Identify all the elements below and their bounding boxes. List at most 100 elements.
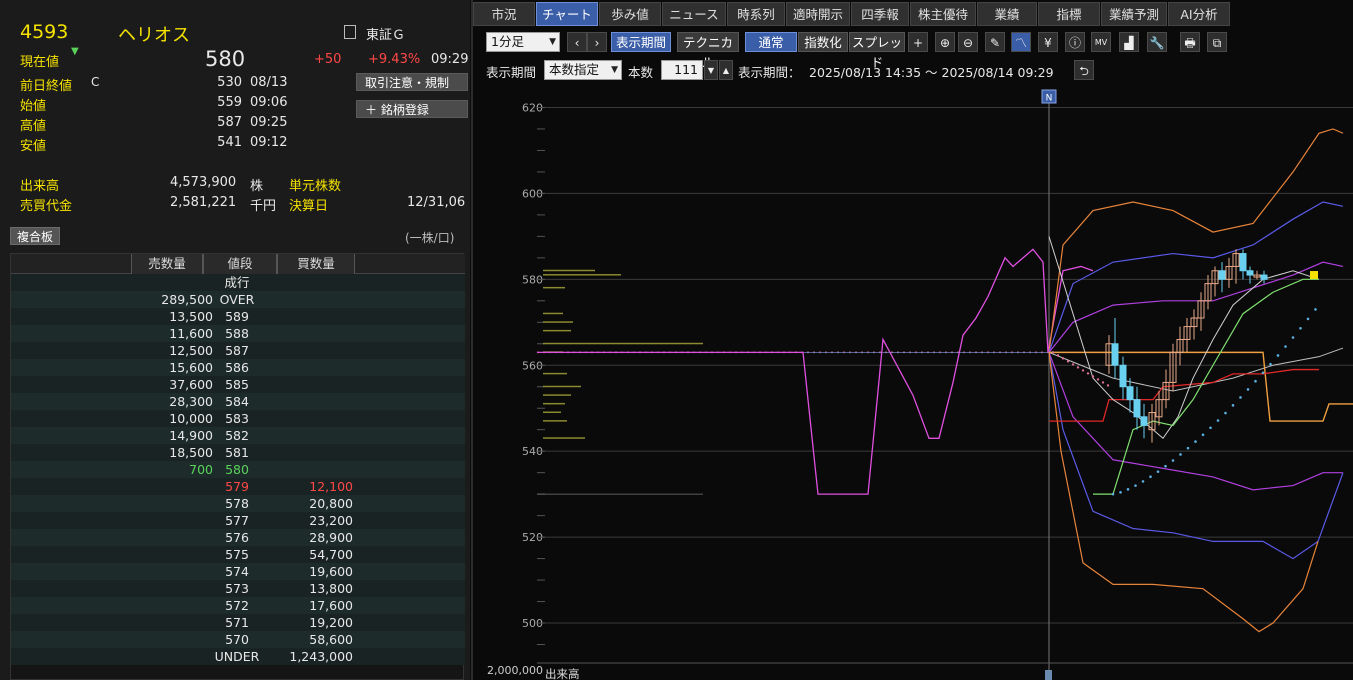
order-book-row[interactable]: 578 20,800 — [11, 495, 465, 512]
volume-profile-bar — [543, 437, 585, 439]
tab-5[interactable]: 適時開示 — [786, 2, 850, 26]
zoom-in-button[interactable]: ⊕ — [935, 32, 955, 52]
order-book-row[interactable]: 15,600 586 — [11, 359, 465, 376]
tab-7[interactable]: 株主優待 — [910, 2, 976, 26]
interval-select[interactable]: 1分足 ▼ — [486, 32, 560, 52]
tab-11[interactable]: AI分析 — [1168, 2, 1230, 26]
order-book-row[interactable]: 12,500 587 — [11, 342, 465, 359]
quote-row-label: 始値 — [20, 99, 47, 114]
order-book-row[interactable]: UNDER 1,243,000 — [11, 648, 465, 665]
zoom-out-icon: ⊖ — [962, 36, 974, 50]
wrench-button[interactable]: 🔧 — [1147, 32, 1167, 52]
trade-notice-button[interactable]: 取引注意・規制 — [356, 73, 468, 91]
sar-point — [1201, 433, 1205, 437]
order-book-row[interactable]: 13,500 589 — [11, 308, 465, 325]
tab-4[interactable]: 時系列 — [727, 2, 785, 26]
order-book-row[interactable]: 289,500 OVER — [11, 291, 465, 308]
volume-profile-bar — [543, 420, 567, 422]
zoom-out-button[interactable]: ⊖ — [958, 32, 978, 52]
buy-qty: 19,600 — [309, 564, 353, 579]
sell-qty: 10,000 — [169, 411, 213, 426]
wrench-icon: 🔧 — [1149, 36, 1165, 50]
volume-axis-label: 2,000,000 — [487, 664, 543, 677]
pencil-icon: ✎ — [989, 36, 1001, 50]
pencil-button[interactable]: ✎ — [985, 32, 1005, 52]
sell-qty-header: 売数量 — [131, 254, 203, 274]
order-book-row[interactable]: 575 54,700 — [11, 546, 465, 563]
price-level: 574 — [225, 564, 249, 579]
order-book-row[interactable]: 11,600 588 — [11, 325, 465, 342]
print-button[interactable]: 🖶 — [1180, 32, 1200, 52]
info-button[interactable]: ⓘ — [1065, 32, 1085, 52]
price-level: 573 — [225, 581, 249, 596]
tab-0[interactable]: 市況 — [473, 2, 535, 26]
mv-button[interactable]: MV — [1091, 32, 1111, 52]
price-level: 成行 — [224, 275, 250, 290]
reset-range-button[interactable]: ⮌ — [1074, 60, 1094, 80]
sar-point — [1171, 459, 1175, 462]
mode-index-button[interactable]: 指数化 — [798, 32, 848, 52]
volume-profile-button[interactable]: ▟ — [1119, 32, 1139, 52]
tab-3[interactable]: ニュース — [662, 2, 726, 26]
composite-board-tab[interactable]: 複合板 — [10, 227, 60, 245]
order-book-row[interactable]: 28,300 584 — [11, 393, 465, 410]
next-button[interactable]: › — [587, 32, 607, 52]
order-book-row[interactable]: 10,000 583 — [11, 410, 465, 427]
volume-profile-bar — [543, 372, 567, 375]
volume-profile-bar — [543, 321, 573, 323]
period-button[interactable]: 表示期間 — [611, 32, 671, 52]
sar-point — [1149, 475, 1152, 479]
tab-9[interactable]: 指標 — [1038, 2, 1100, 26]
dropdown-arrow-icon: ▼ — [549, 37, 556, 47]
popout-icon: ⧉ — [1212, 36, 1222, 50]
tab-6[interactable]: 四季報 — [851, 2, 909, 26]
mode-spread-button[interactable]: スプレッド — [849, 32, 905, 70]
line-chart-button[interactable]: 〽 — [1011, 32, 1031, 52]
count-up-button[interactable]: ▲ — [719, 60, 733, 80]
mode-normal-button[interactable]: 通常 — [745, 32, 797, 52]
prev-button[interactable]: ‹ — [567, 32, 587, 52]
add-watchlist-button[interactable]: ＋ 銘柄登録 — [356, 100, 468, 118]
order-book-row[interactable]: 579 12,100 — [11, 478, 465, 495]
order-book-row[interactable]: 576 28,900 — [11, 529, 465, 546]
range-mode-select[interactable]: 本数指定 ▼ — [544, 60, 622, 80]
popout-button[interactable]: ⧉ — [1207, 32, 1227, 52]
order-book-row[interactable]: 571 19,200 — [11, 614, 465, 631]
upper-band-1 — [1048, 201, 1344, 353]
tab-1[interactable]: チャート — [536, 2, 598, 26]
yen-button[interactable]: ¥ — [1038, 32, 1058, 52]
chart-toolbar: 1分足 ▼ ‹ › 表示期間 テクニカル 通常 指数化 スプレッド + ⊕ ⊖ ✎ 〽 ¥ ⓘ… — [473, 30, 1353, 70]
mv-icon: MV — [1094, 38, 1108, 47]
order-book-header: 売数量 値段 買数量 — [11, 254, 465, 274]
document-icon[interactable] — [344, 25, 356, 39]
buy-qty: 28,900 — [309, 530, 353, 545]
tab-10[interactable]: 業績予測 — [1101, 2, 1167, 26]
tab-8[interactable]: 業績 — [977, 2, 1037, 26]
candle-body — [1218, 270, 1226, 280]
price-level: 578 — [225, 496, 249, 511]
price-chart[interactable]: 500520540560580600620N2,000,000 出来高 — [473, 86, 1353, 680]
order-book-row[interactable]: 572 17,600 — [11, 597, 465, 614]
sell-qty: 18,500 — [169, 445, 213, 460]
quote-panel: 4593 ヘリオス 東証Ｇ 現在値 ▼ 580 +50 +9.43% 09:29… — [0, 0, 470, 680]
sell-qty: 14,900 — [169, 428, 213, 443]
lower-band-2 — [1048, 352, 1319, 633]
order-book-row[interactable]: 成行 — [11, 274, 465, 291]
bar-count-input[interactable]: 111 — [661, 60, 703, 80]
order-book-row[interactable]: 573 13,800 — [11, 580, 465, 597]
order-book-row[interactable]: 37,600 585 — [11, 376, 465, 393]
order-book-row[interactable]: 577 23,200 — [11, 512, 465, 529]
order-book-row[interactable]: 18,500 581 — [11, 444, 465, 461]
order-book-row[interactable]: 574 19,600 — [11, 563, 465, 580]
sar-point-falling — [1091, 375, 1095, 378]
order-book-row[interactable]: 570 58,600 — [11, 631, 465, 648]
tab-2[interactable]: 歩み値 — [599, 2, 661, 26]
order-book-row[interactable]: 700 580 — [11, 461, 465, 478]
technical-button[interactable]: テクニカル — [677, 32, 739, 70]
count-down-button[interactable]: ▼ — [704, 60, 718, 80]
order-book-row[interactable]: 14,900 582 — [11, 427, 465, 444]
unit-shares-label: 単元株数 — [289, 179, 342, 194]
market-label: 東証Ｇ — [366, 28, 406, 43]
crosshair-button[interactable]: + — [908, 32, 928, 52]
volume-profile-bar — [543, 286, 565, 289]
